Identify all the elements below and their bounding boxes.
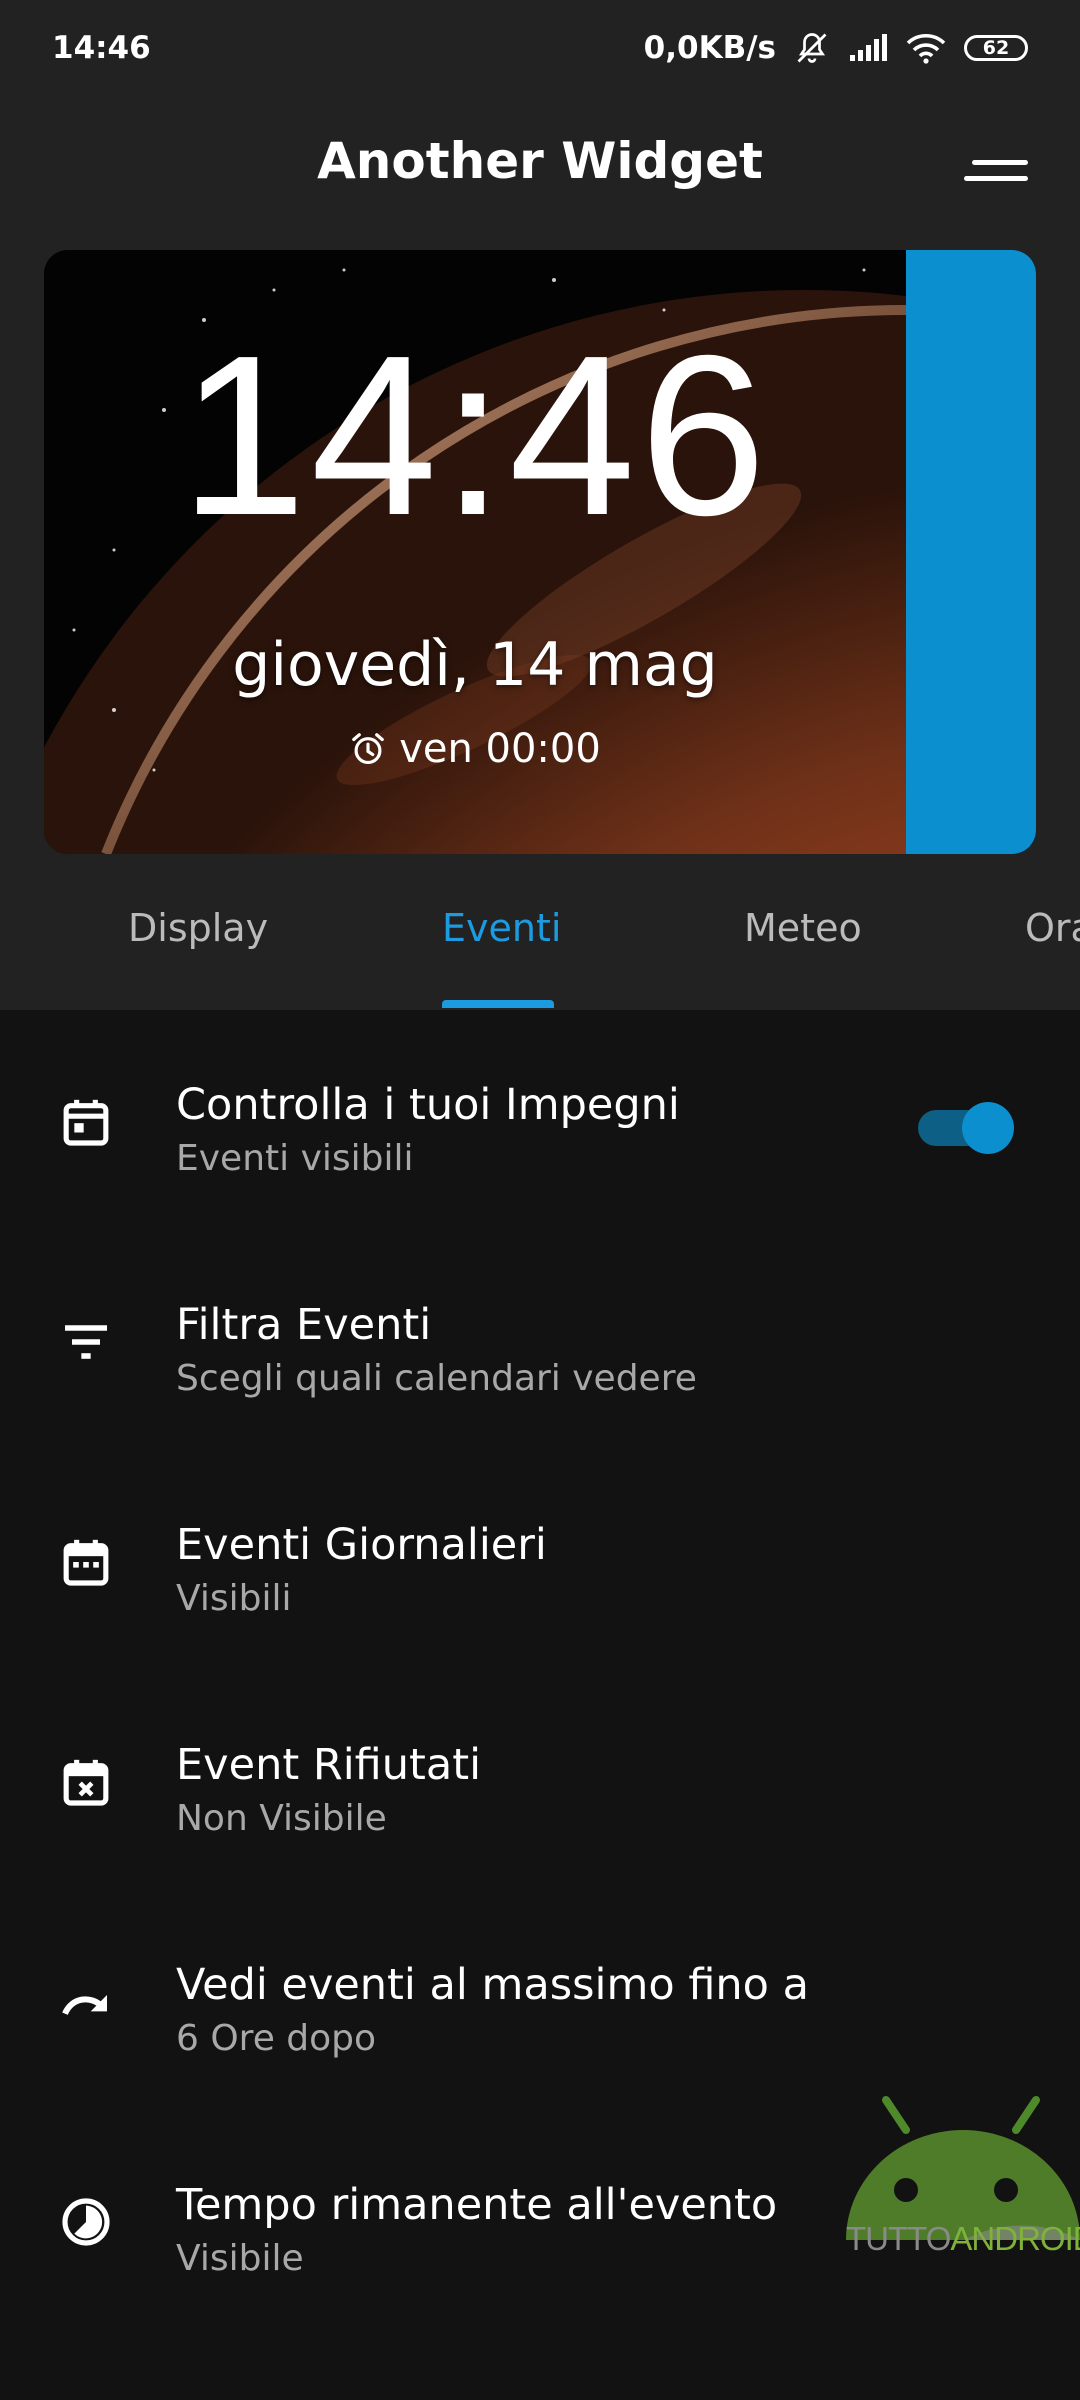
setting-subtitle: Scegli quali calendari vedere bbox=[176, 1358, 697, 1399]
setting-subtitle: Visibili bbox=[176, 1578, 292, 1619]
tab-ora[interactable]: Ora bbox=[1025, 906, 1080, 950]
muted-bell-icon bbox=[797, 33, 827, 63]
alarm-icon bbox=[352, 733, 385, 765]
setting-declined-events[interactable]: Event Rifiutati Non Visibile bbox=[0, 1740, 1080, 1960]
setting-daily-events[interactable]: Eventi Giornalieri Visibili bbox=[0, 1520, 1080, 1740]
tab-indicator bbox=[442, 1000, 554, 1008]
calendar-full-icon bbox=[63, 1539, 109, 1586]
app-title: Another Widget bbox=[317, 132, 763, 190]
setting-title: Controlla i tuoi Impegni bbox=[176, 1080, 680, 1130]
setting-title: Vedi eventi al massimo fino a bbox=[176, 1960, 810, 2010]
status-bar: 14:46 0,0KB/s 62 bbox=[0, 0, 1080, 96]
widget-preview: 14:46 giovedì, 14 mag ven 00:00 bbox=[44, 250, 1036, 854]
setting-subtitle: 6 Ore dopo bbox=[176, 2018, 377, 2059]
setting-check-events[interactable]: Controlla i tuoi Impegni Eventi visibili bbox=[0, 1080, 1080, 1300]
watermark-text: TUTTOANDROID bbox=[846, 2220, 1080, 2258]
calendar-cancel-icon bbox=[63, 1759, 109, 1806]
calendar-icon bbox=[63, 1099, 109, 1146]
tab-display[interactable]: Display bbox=[128, 906, 268, 950]
setting-title: Event Rifiutati bbox=[176, 1740, 482, 1790]
filter-icon bbox=[65, 1325, 107, 1359]
widget-date: giovedì, 14 mag bbox=[232, 630, 718, 700]
setting-subtitle: Visibile bbox=[176, 2238, 304, 2279]
setting-title: Tempo rimanente all'evento bbox=[176, 2180, 778, 2230]
setting-title: Eventi Giornalieri bbox=[176, 1520, 547, 1570]
setting-title: Filtra Eventi bbox=[176, 1300, 432, 1350]
setting-subtitle: Eventi visibili bbox=[176, 1138, 414, 1179]
signal-icon bbox=[850, 34, 887, 61]
tab-eventi[interactable]: Eventi bbox=[442, 906, 561, 950]
widget-clock: 14:46 bbox=[179, 309, 771, 563]
watermark-part1: TUTTO bbox=[846, 2220, 951, 2257]
tab-meteo[interactable]: Meteo bbox=[744, 906, 862, 950]
battery-icon: 62 bbox=[964, 35, 1028, 61]
status-time: 14:46 bbox=[52, 30, 151, 66]
clock-progress-icon bbox=[62, 2198, 110, 2246]
redo-arrow-icon bbox=[62, 1995, 107, 2016]
widget-alarm-text: ven 00:00 bbox=[399, 726, 601, 772]
tab-bar: Display Eventi Meteo Ora bbox=[0, 876, 1080, 1010]
network-speed: 0,0KB/s bbox=[643, 30, 776, 66]
widget-alarm: ven 00:00 bbox=[44, 726, 906, 772]
menu-icon[interactable] bbox=[964, 154, 1028, 190]
events-toggle[interactable] bbox=[918, 1102, 1014, 1154]
battery-level: 62 bbox=[982, 37, 1010, 59]
widget-accent-panel bbox=[906, 250, 1036, 854]
watermark-part2: ANDROID bbox=[950, 2220, 1080, 2257]
setting-subtitle: Non Visibile bbox=[176, 1798, 387, 1839]
toggle-knob bbox=[962, 1102, 1014, 1154]
app-header: Another Widget 14:46 giovedì, 14 mag ven… bbox=[0, 96, 1080, 1010]
setting-filter-events[interactable]: Filtra Eventi Scegli quali calendari ved… bbox=[0, 1300, 1080, 1520]
wifi-icon bbox=[906, 33, 946, 64]
status-icons: 0,0KB/s 62 bbox=[644, 30, 1028, 66]
